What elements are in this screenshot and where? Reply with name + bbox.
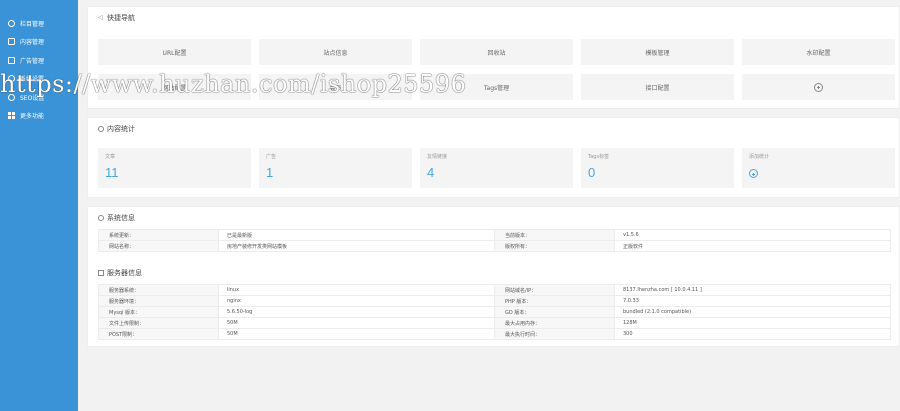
sidebar-item-system[interactable]: 系统设置 — [0, 70, 78, 89]
system-info-title: 系统信息 — [88, 207, 899, 229]
server-info-table: 服务器系统： linux 网站域名/IP： 8137.lhenzha.com [… — [98, 284, 891, 340]
nav-add-button[interactable] — [742, 74, 895, 100]
info-icon — [98, 215, 104, 221]
quick-nav-title: ◁ 快捷导航 — [98, 14, 135, 22]
stat-label: Tags标签 — [588, 154, 610, 160]
quick-nav-grid: URL配置 站点信息 回收站 模板管理 水印配置 网站配置 会员 Tags管理 … — [88, 29, 899, 108]
table-row: Mysql 版本： 5.6.50-log GD 版本： bundled (2.1… — [98, 306, 891, 318]
stat-label: 广告 — [266, 154, 277, 160]
seo-icon — [8, 93, 15, 101]
add-circle-icon — [814, 82, 823, 92]
sidebar-item-label: 内容管理 — [20, 39, 45, 47]
sidebar-item-more[interactable]: 更多功能 — [0, 107, 78, 126]
sidebar-item-seo[interactable]: SEO设置 — [0, 88, 78, 107]
stat-value: 11 — [105, 165, 119, 180]
stat-label: 添加统计 — [749, 154, 770, 160]
sidebar-item-label: 系统设置 — [20, 76, 45, 84]
stat-card-articles[interactable]: 文章 11 — [98, 148, 251, 188]
system-info-table: 系统更新： 已是最新版 当前版本： v1.5.6 网站名称： 房地产装修开发类网… — [98, 229, 891, 252]
sidebar-item-label: 栏目管理 — [20, 20, 45, 28]
ad-icon — [8, 56, 15, 64]
sidebar-item-label: 广告管理 — [20, 57, 45, 65]
grid-icon — [8, 112, 15, 120]
nav-site-config-button[interactable]: 网站配置 — [98, 74, 251, 100]
stat-label: 友情链接 — [427, 154, 448, 160]
server-info-title: 服务器信息 — [88, 262, 899, 284]
sidebar: 栏目管理 内容管理 广告管理 系统设置 SEO设置 更多功能 — [0, 0, 78, 411]
stat-value: 0 — [588, 165, 596, 180]
stat-card-ads[interactable]: 广告 1 — [259, 148, 412, 188]
send-icon: ◁ — [98, 14, 103, 21]
settings-icon — [8, 19, 15, 27]
sidebar-item-label: 更多功能 — [20, 113, 45, 121]
stats-title: 内容统计 — [88, 118, 899, 140]
main-content: ◁ 快捷导航 URL配置 站点信息 回收站 模板管理 水印配置 网站配置 会员 … — [87, 6, 900, 347]
nav-tags-button[interactable]: Tags管理 — [420, 74, 573, 100]
table-row: 文件上传限制： 50M 最大占用内存： 128M — [98, 317, 891, 329]
sidebar-item-column[interactable]: 栏目管理 — [0, 14, 78, 33]
table-row: 网站名称： 房地产装修开发类网站模板 版权所有： 正版软件 — [98, 240, 891, 252]
nav-template-button[interactable]: 模板管理 — [581, 39, 734, 65]
quick-nav-panel: ◁ 快捷导航 URL配置 站点信息 回收站 模板管理 水印配置 网站配置 会员 … — [87, 6, 900, 109]
document-icon — [8, 38, 15, 46]
nav-watermark-button[interactable]: 水印配置 — [742, 39, 895, 65]
system-icon — [8, 75, 15, 83]
stat-label: 文章 — [105, 154, 116, 160]
nav-recycle-button[interactable]: 回收站 — [420, 39, 573, 65]
stat-card-links[interactable]: 友情链接 4 — [420, 148, 573, 188]
chart-icon — [98, 126, 104, 132]
stat-card-add[interactable]: 添加统计 — [742, 148, 895, 188]
nav-member-button[interactable]: 会员 — [259, 74, 412, 100]
nav-site-info-button[interactable]: 站点信息 — [259, 39, 412, 65]
stat-value: 1 — [266, 165, 274, 180]
stat-card-tags[interactable]: Tags标签 0 — [581, 148, 734, 188]
info-panel: 系统信息 系统更新： 已是最新版 当前版本： v1.5.6 网站名称： 房地产装… — [87, 206, 900, 347]
add-circle-icon — [749, 169, 758, 178]
table-row: 服务器环境： nginx PHP 版本： 7.0.33 — [98, 295, 891, 307]
nav-api-config-button[interactable]: 接口配置 — [581, 74, 734, 100]
server-icon — [98, 270, 104, 276]
table-row: 服务器系统： linux 网站域名/IP： 8137.lhenzha.com [… — [98, 284, 891, 296]
table-row: 系统更新： 已是最新版 当前版本： v1.5.6 — [98, 229, 891, 241]
stats-panel: 内容统计 文章 11 广告 1 友情链接 4 Tags标签 0 添加统计 — [87, 117, 900, 198]
sidebar-item-label: SEO设置 — [20, 94, 45, 102]
sidebar-item-content[interactable]: 内容管理 — [0, 33, 78, 52]
stat-value: 4 — [427, 165, 435, 180]
sidebar-item-ads[interactable]: 广告管理 — [0, 51, 78, 70]
nav-url-config-button[interactable]: URL配置 — [98, 39, 251, 65]
table-row: POST限制： 50M 最大执行时间： 300 — [98, 328, 891, 340]
stats-grid: 文章 11 广告 1 友情链接 4 Tags标签 0 添加统计 — [88, 140, 899, 197]
